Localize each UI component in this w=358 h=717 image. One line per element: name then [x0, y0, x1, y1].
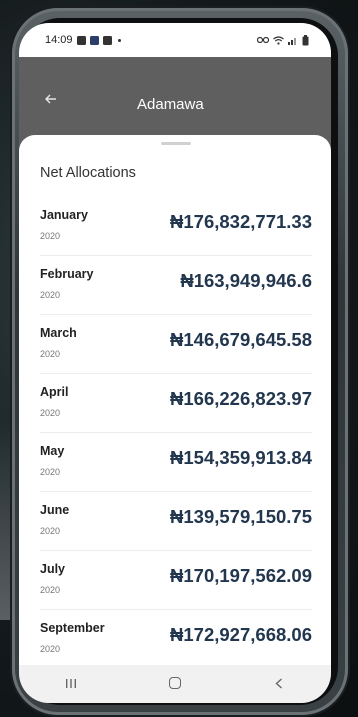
amount-value: ₦146,679,645.58 [170, 329, 312, 350]
amount-value: ₦139,579,150.75 [170, 506, 312, 527]
arrow-left-icon[interactable] [45, 91, 57, 107]
month-label: September [40, 621, 105, 635]
notification-dot-icon [117, 38, 121, 42]
page-title: Adamawa [137, 96, 204, 113]
list-item[interactable]: February 2020 ₦163,949,946.6 [40, 256, 312, 315]
month-label: April [40, 385, 69, 399]
year-label: 2020 [40, 408, 61, 418]
year-label: 2020 [40, 349, 61, 359]
amount-value: ₦172,927,668.06 [170, 624, 312, 645]
year-label: 2020 [40, 467, 61, 477]
year-label: 2020 [40, 231, 61, 241]
list-item[interactable]: March 2020 ₦146,679,645.58 [40, 315, 312, 374]
month-label: May [40, 444, 65, 458]
home-icon[interactable] [155, 676, 195, 692]
status-right [257, 34, 309, 46]
amount-value: ₦166,226,823.97 [170, 388, 312, 409]
signal-icon [288, 37, 296, 45]
amount-value: ₦163,949,946.6 [180, 270, 312, 291]
amount-value: ₦154,359,913.84 [170, 447, 312, 468]
list-item[interactable]: June 2020 ₦139,579,150.75 [40, 492, 312, 551]
system-nav-bar [19, 665, 331, 703]
list-item[interactable]: July 2020 ₦170,197,562.09 [40, 551, 312, 610]
status-time: 14:09 [45, 34, 73, 46]
year-label: 2020 [40, 644, 61, 654]
list-item[interactable]: September 2020 ₦172,927,668.06 [40, 610, 312, 669]
month-label: July [40, 562, 66, 576]
status-left: 14:09 [45, 34, 121, 46]
amount-value: ₦176,832,771.33 [170, 211, 312, 232]
list-item[interactable]: April 2020 ₦166,226,823.97 [40, 374, 312, 433]
app-bar: Adamawa [19, 57, 331, 135]
phone-screen: 14:09 Adamawa Net Allocations January 20… [19, 23, 331, 703]
wifi-icon [273, 35, 284, 45]
status-bar: 14:09 [19, 23, 331, 57]
recents-icon[interactable] [51, 677, 91, 692]
month-label: March [40, 326, 77, 340]
amount-value: ₦170,197,562.09 [170, 565, 312, 586]
drag-handle[interactable] [161, 142, 191, 145]
t-icon [89, 35, 99, 45]
back-icon[interactable] [259, 677, 299, 692]
battery-icon [302, 34, 309, 45]
bottom-sheet: Net Allocations January 2020 ₦176,832,77… [19, 135, 331, 669]
list-item[interactable]: May 2020 ₦154,359,913.84 [40, 433, 312, 492]
app-icon [102, 35, 112, 45]
list-item[interactable]: January 2020 ₦176,832,771.33 [40, 197, 312, 256]
image-icon [76, 35, 86, 45]
link-icon [257, 36, 269, 44]
month-label: January [40, 208, 88, 222]
month-label: February [40, 267, 94, 281]
year-label: 2020 [40, 290, 61, 300]
year-label: 2020 [40, 585, 61, 595]
month-label: June [40, 503, 70, 517]
sheet-title: Net Allocations [40, 165, 136, 181]
year-label: 2020 [40, 526, 61, 536]
allocation-list: January 2020 ₦176,832,771.33 February 20… [40, 197, 312, 669]
